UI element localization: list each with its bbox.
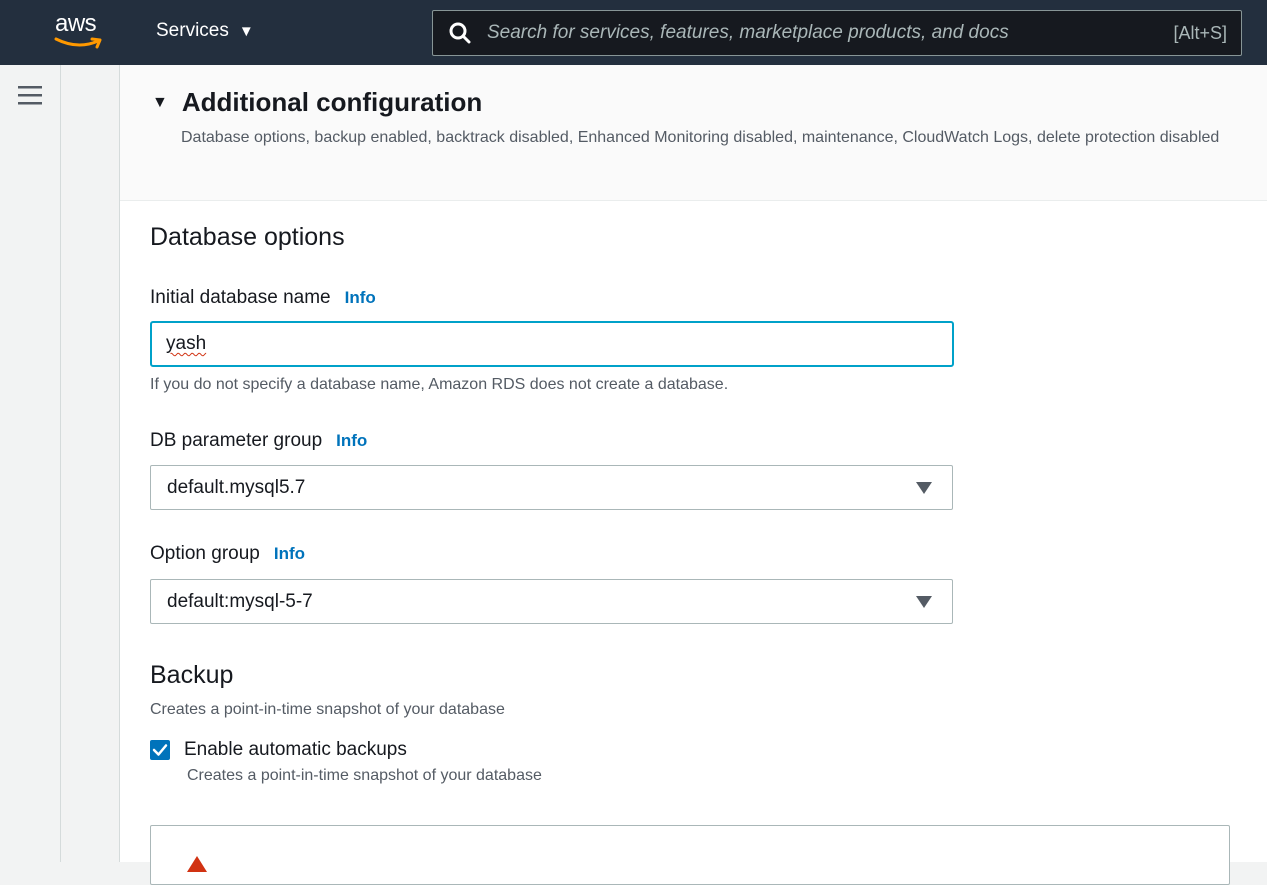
- aws-logo[interactable]: aws: [54, 10, 106, 50]
- checkmark-icon: [152, 744, 168, 756]
- option-group-value: default:mysql-5-7: [167, 590, 313, 612]
- dropdown-caret-icon: [916, 481, 932, 494]
- option-group-label-text: Option group: [150, 543, 260, 564]
- db-parameter-group-value: default.mysql5.7: [167, 476, 306, 498]
- db-parameter-group-label-text: DB parameter group: [150, 430, 323, 451]
- initial-db-name-value: yash: [166, 333, 207, 354]
- expanded-triangle-icon: ▼: [152, 93, 168, 111]
- db-parameter-group-info-link[interactable]: Info: [336, 431, 367, 451]
- additional-configuration-panel: ▼ Additional configuration Database opti…: [119, 65, 1267, 885]
- hamburger-menu-icon[interactable]: [18, 84, 42, 106]
- initial-db-name-hint: If you do not specify a database name, A…: [150, 376, 729, 393]
- additional-configuration-toggle[interactable]: ▼ Additional configuration: [152, 87, 482, 118]
- section-title: Additional configuration: [181, 87, 483, 117]
- initial-db-name-input[interactable]: yash: [150, 321, 954, 367]
- search-shortcut-hint: [Alt+S]: [1173, 22, 1227, 43]
- enable-automatic-backups-description: Creates a point-in-time snapshot of your…: [187, 767, 542, 784]
- warning-icon: [187, 856, 207, 872]
- initial-db-name-label: Initial database name Info: [150, 287, 376, 309]
- option-group-label: Option group Info: [150, 543, 305, 565]
- option-group-info-link[interactable]: Info: [274, 544, 305, 564]
- services-menu-button[interactable]: Services ▼: [156, 20, 254, 42]
- expandable-section-header: ▼ Additional configuration Database opti…: [120, 65, 1267, 201]
- backup-description: Creates a point-in-time snapshot of your…: [150, 701, 505, 718]
- search-icon: [449, 22, 471, 44]
- database-options-heading: Database options: [150, 223, 345, 251]
- side-rail-divider: [60, 65, 61, 862]
- db-parameter-group-label: DB parameter group Info: [150, 430, 367, 452]
- services-label: Services: [156, 20, 229, 41]
- enable-automatic-backups-label: Enable automatic backups: [184, 739, 407, 760]
- search-input[interactable]: [485, 21, 1174, 45]
- aws-smile-icon: [54, 37, 102, 49]
- aws-logo-text: aws: [55, 10, 97, 37]
- dropdown-caret-icon: [916, 595, 932, 608]
- backup-heading: Backup: [150, 661, 234, 689]
- section-description: Database options, backup enabled, backtr…: [181, 129, 1220, 146]
- initial-db-name-label-text: Initial database name: [150, 287, 331, 308]
- search-bar[interactable]: [Alt+S]: [432, 10, 1242, 56]
- enable-automatic-backups-row[interactable]: Enable automatic backups: [150, 739, 407, 761]
- top-navigation: aws Services ▼ [Alt+S]: [0, 0, 1267, 65]
- db-parameter-group-select[interactable]: default.mysql5.7: [150, 465, 953, 510]
- initial-db-name-info-link[interactable]: Info: [345, 288, 376, 308]
- option-group-select[interactable]: default:mysql-5-7: [150, 579, 953, 624]
- caret-down-icon: ▼: [238, 22, 254, 40]
- enable-automatic-backups-checkbox[interactable]: [150, 740, 170, 760]
- warning-alert-box: [150, 825, 1230, 885]
